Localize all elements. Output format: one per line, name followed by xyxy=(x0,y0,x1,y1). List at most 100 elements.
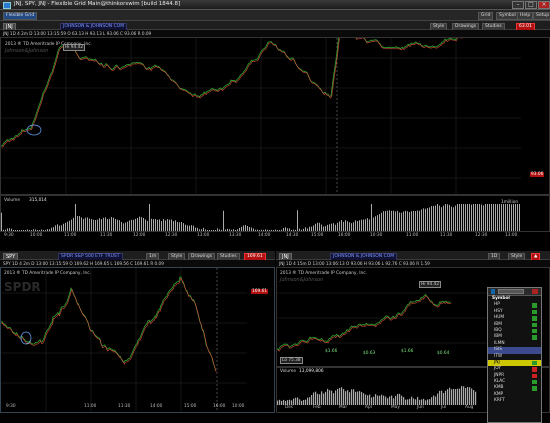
volume-bar xyxy=(415,210,416,231)
volume-bar xyxy=(407,211,408,231)
volume-bar xyxy=(467,204,468,231)
volume-bar xyxy=(467,387,469,405)
volume-bar xyxy=(239,227,240,231)
volume-bar xyxy=(89,218,90,231)
watchlist-close-icon[interactable] xyxy=(532,289,538,294)
maximize-button[interactable]: □ xyxy=(525,1,537,9)
volume-bar xyxy=(213,229,214,231)
volume-bar xyxy=(457,388,459,405)
volume-bar xyxy=(431,206,432,231)
volume-bar xyxy=(9,228,10,231)
volume-bar xyxy=(77,215,78,231)
volume-bar xyxy=(375,394,377,405)
volume-bar xyxy=(385,210,386,231)
volume-bar xyxy=(103,217,104,231)
volume-bar xyxy=(377,215,378,231)
volume-bar xyxy=(179,222,180,231)
volume-bar xyxy=(181,222,182,231)
volume-bar xyxy=(221,229,222,231)
setup-button[interactable]: Setup xyxy=(533,11,550,20)
volume-bar xyxy=(279,230,280,231)
volume-bar xyxy=(183,223,184,231)
watchlist-row[interactable]: KRFT xyxy=(488,398,541,404)
event-dividend-1[interactable]: $1.66 xyxy=(325,349,337,354)
volume-bar xyxy=(203,227,204,231)
volume-bar xyxy=(459,388,461,405)
volume-bar xyxy=(371,397,373,405)
volume-bar xyxy=(485,204,486,231)
x-tick: Dec xyxy=(285,405,294,410)
x-tick: 12:30 xyxy=(165,233,178,238)
volume-bar xyxy=(391,395,393,405)
bl-price-line-down xyxy=(1,278,217,373)
x-tick: 10:30 xyxy=(370,233,383,238)
volume-bar xyxy=(405,210,406,231)
volume-bar xyxy=(297,210,298,231)
volume-bar xyxy=(295,397,297,405)
event-dividend-2[interactable]: $0.63 xyxy=(363,351,375,356)
volume-bar xyxy=(383,395,385,405)
x-tick: 11:00 xyxy=(406,233,419,238)
x-tick: 15:00 xyxy=(184,404,197,409)
volume-bar xyxy=(477,204,478,231)
volume-bar xyxy=(475,391,477,405)
x-tick: 11:30 xyxy=(118,404,131,409)
volume-bar xyxy=(355,391,357,405)
volume-bar xyxy=(371,204,372,231)
volume-bar xyxy=(455,389,457,405)
x-tick: 13:00 xyxy=(197,233,210,238)
volume-bar xyxy=(463,386,465,405)
app-icon xyxy=(3,1,11,9)
volume-bar xyxy=(341,387,343,405)
volume-bar xyxy=(65,222,66,231)
volume-bar xyxy=(1,212,2,231)
volume-bar xyxy=(357,391,359,405)
volume-bar xyxy=(301,229,302,231)
volume-bar xyxy=(459,204,460,231)
event-dividend-4[interactable]: $0.64 xyxy=(437,351,449,356)
volume-bar xyxy=(37,230,38,231)
top-price-pane[interactable]: 2013 ® TD Ameritrade IP Company, Inc. Jo… xyxy=(0,37,550,195)
grid-layout-button[interactable]: Flexible Grid xyxy=(3,11,38,20)
volume-bar xyxy=(323,393,325,405)
volume-bar xyxy=(251,227,252,231)
event-dividend-3[interactable]: $1.66 xyxy=(401,349,413,354)
bl-price-pane[interactable]: 2013 ® TD Ameritrade IP Company, Inc. SP… xyxy=(0,267,275,413)
volume-bar xyxy=(199,229,200,231)
volume-bar xyxy=(207,230,208,231)
symbol-button[interactable]: Symbol xyxy=(496,11,519,20)
volume-bar xyxy=(427,208,428,231)
volume-bar xyxy=(209,230,210,231)
volume-bar xyxy=(413,210,414,231)
volume-bar xyxy=(47,229,48,231)
volume-bar xyxy=(515,204,516,231)
volume-bar xyxy=(147,220,148,231)
grid-button[interactable]: Grid xyxy=(478,11,494,20)
watchlist-selector[interactable] xyxy=(498,289,524,294)
volume-bar xyxy=(173,221,174,231)
volume-bar xyxy=(169,219,170,231)
volume-bar xyxy=(473,204,474,231)
volume-bar xyxy=(141,217,142,231)
volume-bar xyxy=(273,230,274,231)
volume-bar xyxy=(165,220,166,231)
volume-bar xyxy=(351,223,352,231)
volume-bar xyxy=(11,228,12,231)
watchlist-grid-icon[interactable] xyxy=(491,289,495,294)
volume-bar xyxy=(267,229,268,231)
volume-bar xyxy=(293,229,294,231)
volume-bar xyxy=(385,396,387,405)
volume-bar xyxy=(469,204,470,231)
volume-bar xyxy=(191,225,192,231)
volume-bar xyxy=(421,209,422,231)
volume-bar xyxy=(429,207,430,231)
close-button[interactable]: × xyxy=(538,1,550,9)
br-volume-chart xyxy=(277,386,477,405)
volume-bar xyxy=(171,219,172,231)
volume-bar xyxy=(269,230,270,231)
watchlist-panel[interactable]: Symbol HP HSY HUM IBM IBQ IBM ILMN ISIS … xyxy=(487,287,542,423)
minimize-button[interactable]: – xyxy=(512,1,524,9)
volume-bar xyxy=(287,228,288,231)
top-chart-header: JNJ JOHNSON & JOHNSON COM Style Drawings… xyxy=(0,21,550,31)
help-button[interactable]: Help xyxy=(517,11,534,20)
